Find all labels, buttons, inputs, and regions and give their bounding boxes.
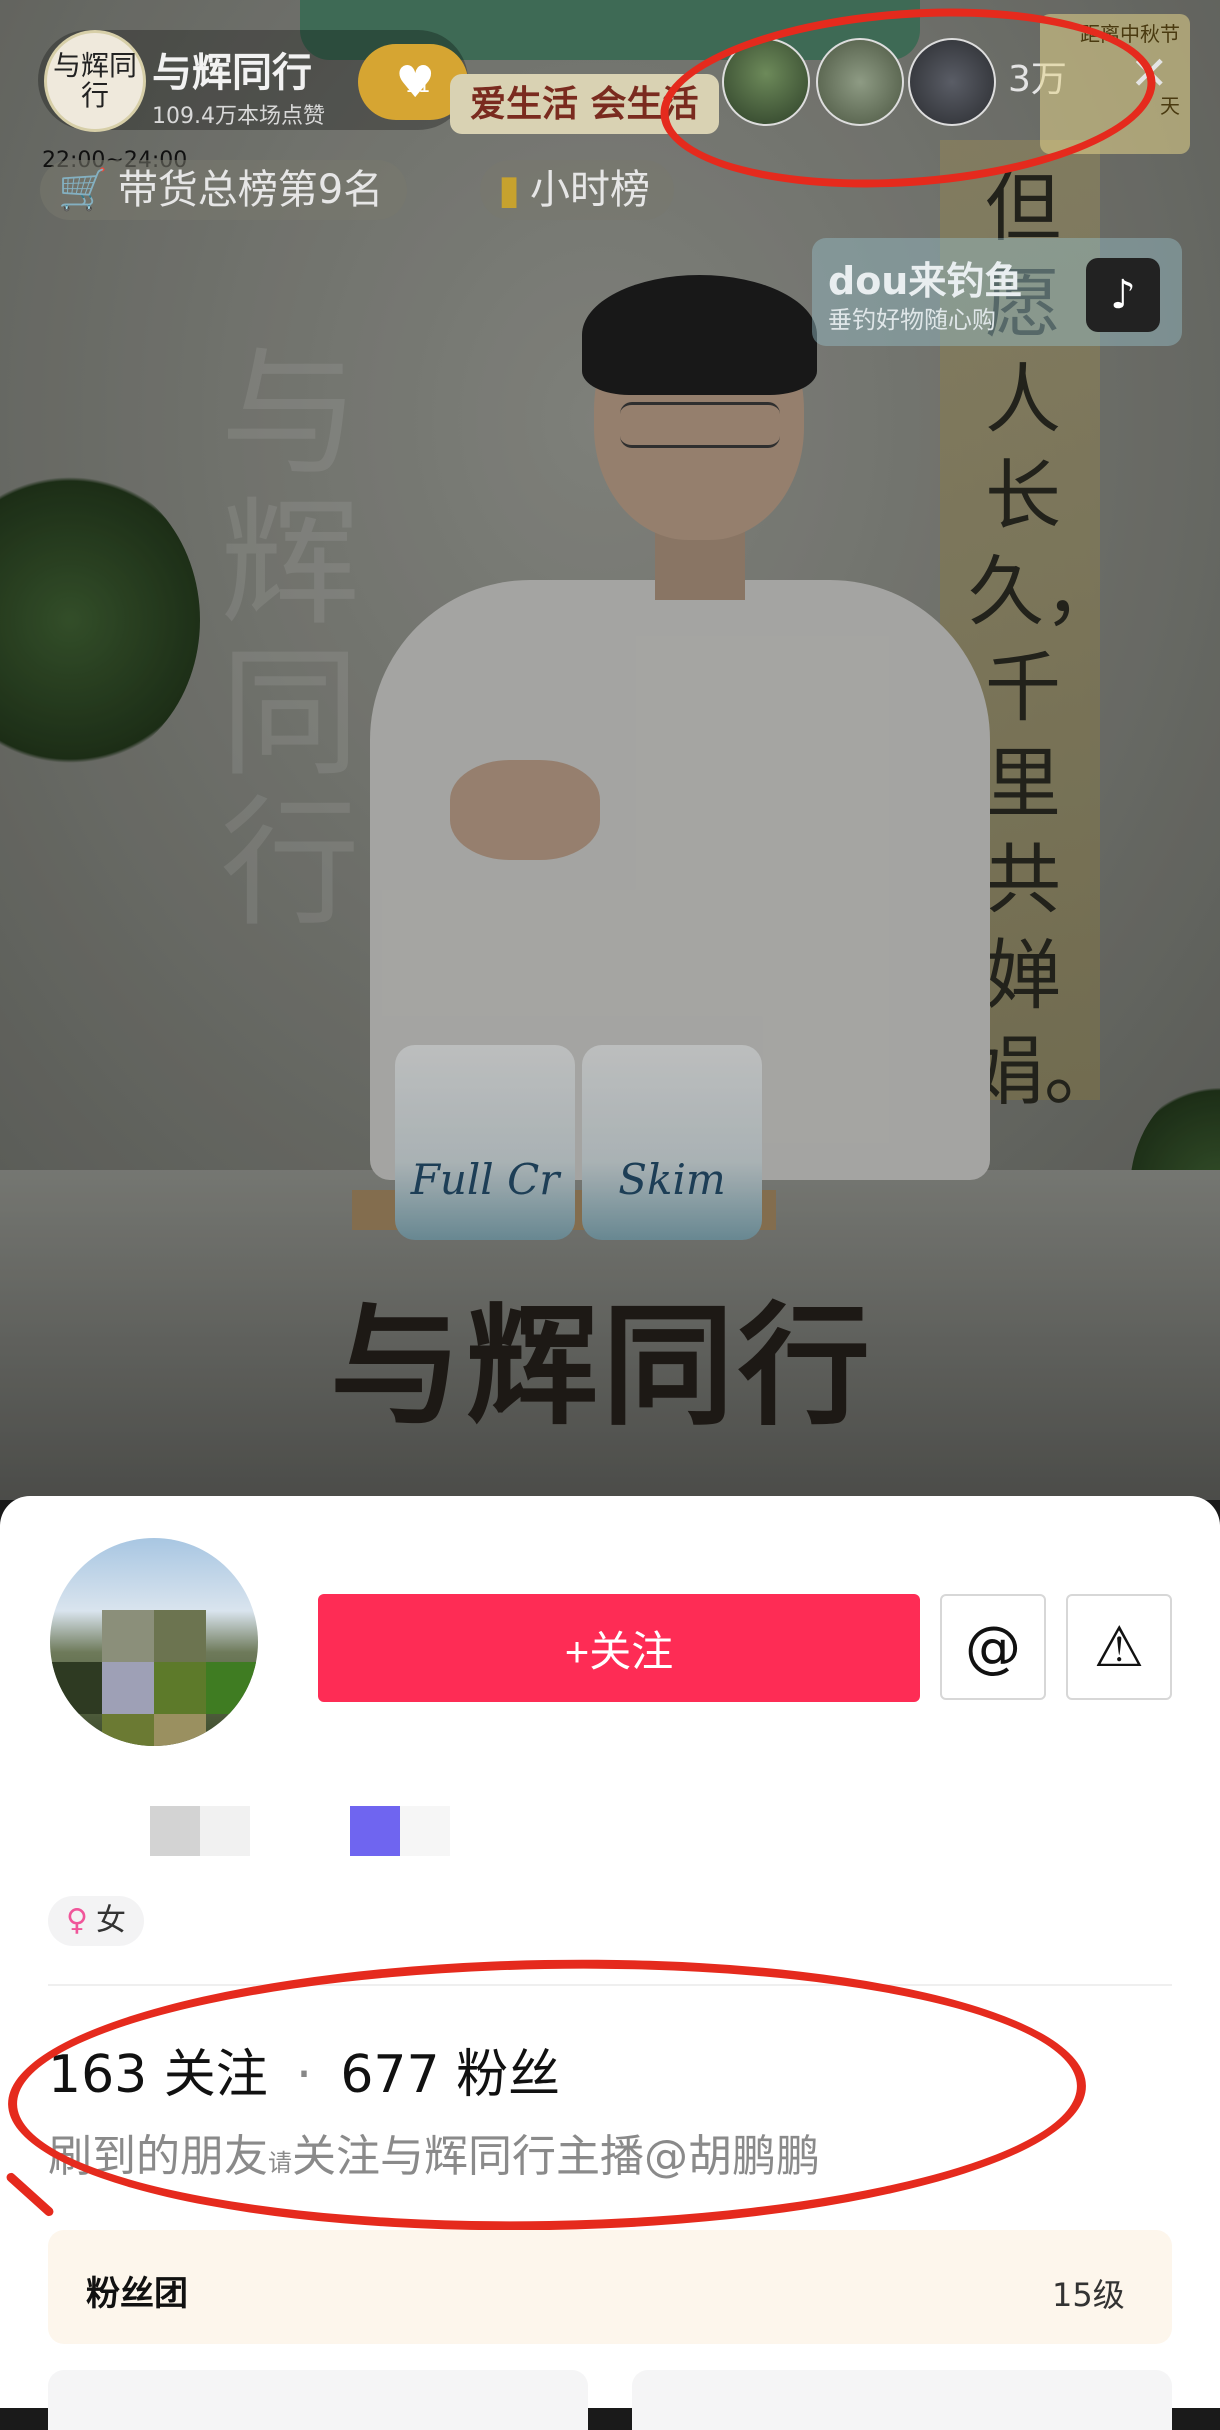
shopping-bag-icon[interactable]: ♪ xyxy=(1086,258,1160,332)
host-avatar[interactable]: 与辉同行 xyxy=(44,30,146,132)
heart-level: 11 xyxy=(405,73,431,97)
mosaic-block xyxy=(154,1662,206,1714)
username-redacted xyxy=(350,1806,400,1856)
live-video[interactable]: 与辉同行 但愿人长久，千里共婵娟。 Full Cr Skim 与辉同行 xyxy=(0,0,1220,1500)
fan-club-level: 15级 xyxy=(1052,2276,1125,2314)
avatar[interactable] xyxy=(50,1538,258,1746)
mosaic-block xyxy=(50,1662,102,1714)
mosaic-block xyxy=(154,1610,206,1662)
hourly-label: 小时榜 xyxy=(530,167,651,213)
fan-club-card[interactable] xyxy=(48,2230,1172,2344)
mosaic-block xyxy=(102,1662,154,1714)
mosaic-block xyxy=(206,1662,258,1714)
report-button[interactable]: ⚠ xyxy=(1066,1594,1172,1700)
shop-subtitle: 垂钓好物随心购 xyxy=(828,306,996,334)
host-name[interactable]: 与辉同行 xyxy=(152,40,312,98)
bottom-card-left[interactable] xyxy=(48,2370,588,2430)
mention-icon: @ xyxy=(965,1614,1021,1680)
dim-overlay xyxy=(0,0,1220,1500)
rank-badge[interactable]: 🛒 带货总榜第9名 xyxy=(40,160,408,220)
username-redacted xyxy=(150,1806,200,1856)
mosaic-block xyxy=(102,1610,154,1662)
female-icon: ♀ xyxy=(66,1903,88,1938)
shop-title[interactable]: dou来钓鱼 xyxy=(828,250,1022,305)
gender-tag: ♀ 女 xyxy=(48,1896,144,1946)
gender-label: 女 xyxy=(95,1903,126,1938)
username-redacted xyxy=(200,1806,250,1856)
rank-label: 带货总榜第9名 xyxy=(117,167,384,213)
bar-chart-icon: ▮ xyxy=(498,167,521,213)
bottom-card-right[interactable] xyxy=(632,2370,1172,2430)
likes-count: 109.4万本场点赞 xyxy=(152,104,325,129)
username-redacted xyxy=(400,1806,450,1856)
warning-icon: ⚠ xyxy=(1093,1614,1145,1680)
mention-button[interactable]: @ xyxy=(940,1594,1046,1700)
mosaic-block xyxy=(154,1714,206,1746)
cart-icon: 🛒 xyxy=(58,167,108,213)
hourly-rank-badge[interactable]: ▮ 小时榜 xyxy=(480,160,675,220)
fan-club-label: 粉丝团 xyxy=(86,2274,188,2314)
follow-button[interactable]: +关注 xyxy=(318,1594,920,1702)
mosaic-block xyxy=(102,1714,154,1746)
